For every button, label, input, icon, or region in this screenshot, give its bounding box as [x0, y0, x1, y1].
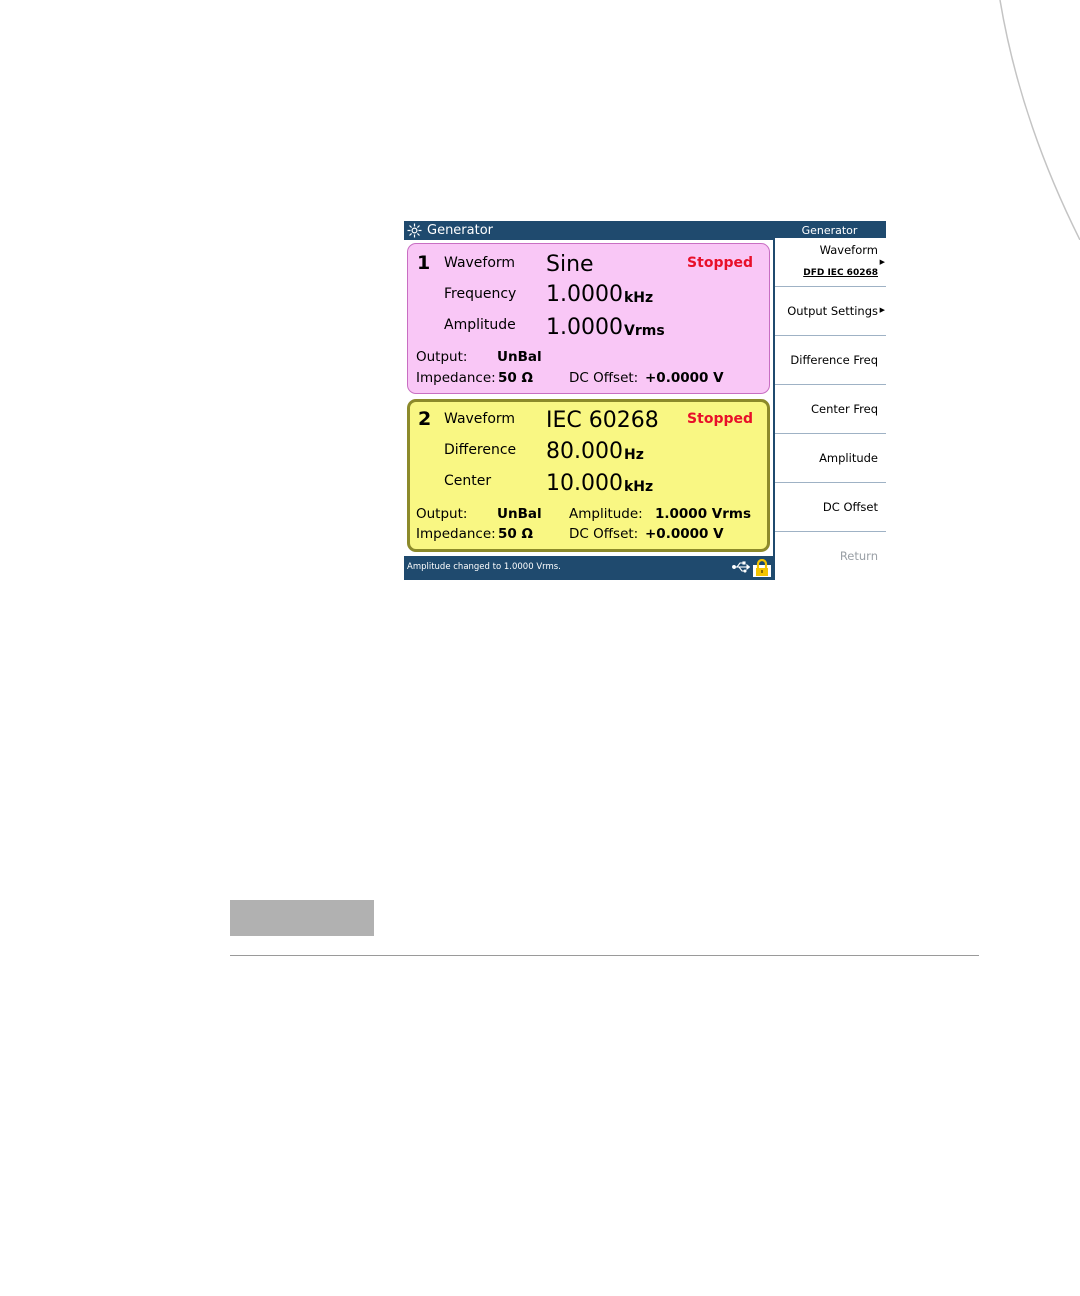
- dc-offset-value: +0.0000 V: [645, 370, 724, 386]
- amplitude-label: Amplitude: [444, 317, 516, 333]
- softkey-label: Return: [839, 549, 878, 563]
- frequency-label: Frequency: [444, 286, 517, 302]
- output-label: Output:: [416, 506, 468, 522]
- amplitude-value: 1.0000 Vrms: [655, 506, 752, 522]
- softkey-label: Amplitude: [819, 451, 878, 465]
- softkey-return[interactable]: Return: [775, 532, 886, 580]
- main-area: 1 Stopped Waveform Sine Frequency 1.0000…: [404, 240, 773, 556]
- softkey-waveform[interactable]: Waveform ▶ DFD IEC 60268: [775, 238, 886, 287]
- amplitude-unit: Vrms: [624, 323, 665, 339]
- waveform-label: Waveform: [444, 255, 516, 271]
- channel-status: Stopped: [687, 411, 753, 427]
- usb-icon: [732, 561, 750, 573]
- frequency-unit: kHz: [624, 290, 654, 306]
- softkey-center-freq[interactable]: Center Freq: [775, 385, 886, 434]
- softkey-menu-title: Generator: [775, 223, 884, 238]
- waveform-label: Waveform: [444, 411, 516, 427]
- softkey-dc-offset[interactable]: DC Offset: [775, 483, 886, 532]
- status-bar: Amplitude changed to 1.0000 Vrms.: [404, 556, 773, 580]
- channel-number: 1: [417, 252, 431, 274]
- impedance-label: Impedance:: [416, 526, 496, 542]
- instrument-screen: Generator 1 Stopped Waveform Sine Freque…: [404, 221, 886, 580]
- note-tab: [230, 900, 374, 936]
- impedance-label: Impedance:: [416, 370, 496, 386]
- softkey-label: Waveform: [819, 243, 878, 257]
- dc-offset-label: DC Offset:: [569, 526, 639, 542]
- waveform-value[interactable]: Sine: [546, 252, 594, 277]
- frequency-value[interactable]: 1.0000: [546, 282, 623, 307]
- dc-offset-value: +0.0000 V: [645, 526, 724, 542]
- softkey-label: Center Freq: [811, 402, 878, 416]
- channel-number: 2: [418, 408, 432, 430]
- dc-offset-label: DC Offset:: [569, 370, 639, 386]
- difference-unit: Hz: [624, 447, 644, 463]
- softkey-output-settings[interactable]: Output Settings ▶: [775, 287, 886, 336]
- channel-2-panel[interactable]: 2 Stopped Waveform IEC 60268 Difference …: [407, 399, 770, 552]
- softkey-label: Output Settings: [787, 304, 878, 318]
- status-message: Amplitude changed to 1.0000 Vrms.: [407, 562, 561, 572]
- softkey-label: DC Offset: [822, 500, 878, 514]
- amplitude-label: Amplitude:: [569, 506, 643, 522]
- center-unit: kHz: [624, 479, 654, 495]
- channel-status: Stopped: [687, 255, 753, 271]
- waveform-value[interactable]: IEC 60268: [546, 408, 659, 433]
- softkey-sublabel: DFD IEC 60268: [803, 268, 878, 278]
- channel-1-panel[interactable]: 1 Stopped Waveform Sine Frequency 1.0000…: [407, 243, 770, 394]
- generator-icon: [407, 223, 422, 238]
- page-corner-curve: [999, 0, 1080, 240]
- lock-icon: [753, 559, 771, 577]
- amplitude-value[interactable]: 1.0000: [546, 315, 623, 340]
- title-bar: Generator: [404, 221, 773, 240]
- center-label: Center: [444, 473, 492, 489]
- output-label: Output:: [416, 349, 468, 365]
- impedance-value: 50 Ω: [498, 370, 533, 386]
- difference-label: Difference: [444, 442, 517, 458]
- output-value: UnBal: [497, 506, 542, 522]
- submenu-arrow-icon: ▶: [879, 306, 885, 314]
- divider-rule: [230, 955, 979, 956]
- center-value[interactable]: 10.000: [546, 471, 623, 496]
- submenu-arrow-icon: ▶: [879, 258, 885, 266]
- impedance-value: 50 Ω: [498, 526, 533, 542]
- window-title: Generator: [427, 223, 494, 238]
- softkey-difference-freq[interactable]: Difference Freq: [775, 336, 886, 385]
- output-value: UnBal: [497, 349, 542, 365]
- softkey-label: Difference Freq: [790, 353, 878, 367]
- softkey-panel: Generator Waveform ▶ DFD IEC 60268 Outpu…: [773, 221, 886, 580]
- softkey-amplitude[interactable]: Amplitude: [775, 434, 886, 483]
- difference-value[interactable]: 80.000: [546, 439, 623, 464]
